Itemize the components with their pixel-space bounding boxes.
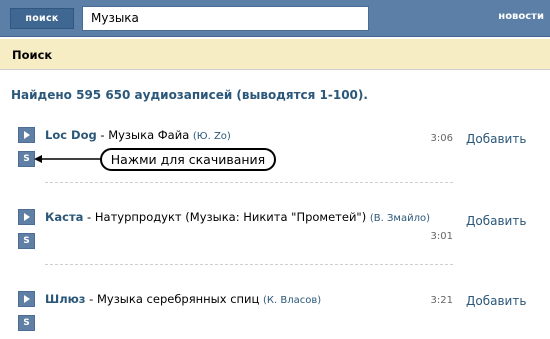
- add-button[interactable]: Добавить: [466, 214, 526, 228]
- author-link[interactable]: (В. Змайло): [370, 213, 430, 224]
- save-icon[interactable]: S: [18, 233, 35, 249]
- duration: 3:06: [430, 133, 453, 144]
- play-icon[interactable]: [18, 127, 35, 143]
- divider: [45, 182, 453, 183]
- arrow-icon: [34, 155, 102, 163]
- title-separator: -: [85, 292, 97, 306]
- song-title: Музыка серебрянных спиц: [96, 292, 260, 306]
- duration: 3:21: [430, 295, 453, 306]
- audio-row: S Каста - Натурпродукт (Музыка: Никита "…: [0, 209, 550, 269]
- artist-link[interactable]: Шлюз: [45, 292, 86, 306]
- play-icon[interactable]: [18, 209, 35, 225]
- artist-link[interactable]: Каста: [45, 210, 83, 224]
- play-icon[interactable]: [18, 291, 35, 307]
- page-title: Поиск: [12, 48, 53, 62]
- audio-row: S Шлюз - Музыка серебрянных спиц (К. Вла…: [0, 291, 550, 339]
- track-title: Каста - Натурпродукт (Музыка: Никита "Пр…: [45, 210, 430, 224]
- add-button[interactable]: Добавить: [466, 132, 526, 146]
- track-title: Loc Dog - Музыка Файа (Ю. Zo): [45, 128, 231, 142]
- top-bar: поиск Музыка новости: [0, 0, 550, 37]
- duration: 3:01: [430, 231, 453, 242]
- save-icon[interactable]: S: [18, 315, 35, 331]
- track-title: Шлюз - Музыка серебрянных спиц (К. Власо…: [45, 292, 321, 306]
- download-hint-callout: Нажми для скачивания: [100, 148, 276, 171]
- save-icon[interactable]: S: [18, 151, 35, 167]
- artist-link[interactable]: Loc Dog: [45, 128, 97, 142]
- news-link[interactable]: новости: [498, 11, 544, 22]
- author-link[interactable]: (К. Власов): [263, 295, 321, 306]
- title-separator: -: [96, 128, 109, 142]
- song-title: Натурпродукт (Музыка: Никита "Прометей"): [94, 210, 367, 224]
- title-separator: -: [83, 210, 95, 224]
- results-summary: Найдено 595 650 аудиозаписей (выводятся …: [11, 88, 368, 102]
- section-header: Поиск: [0, 38, 550, 70]
- search-button[interactable]: поиск: [10, 8, 74, 29]
- divider: [45, 264, 453, 265]
- song-title: Музыка Файа: [108, 128, 190, 142]
- add-button[interactable]: Добавить: [466, 294, 526, 308]
- search-input[interactable]: Музыка: [82, 6, 369, 31]
- author-link[interactable]: (Ю. Zo): [193, 131, 231, 142]
